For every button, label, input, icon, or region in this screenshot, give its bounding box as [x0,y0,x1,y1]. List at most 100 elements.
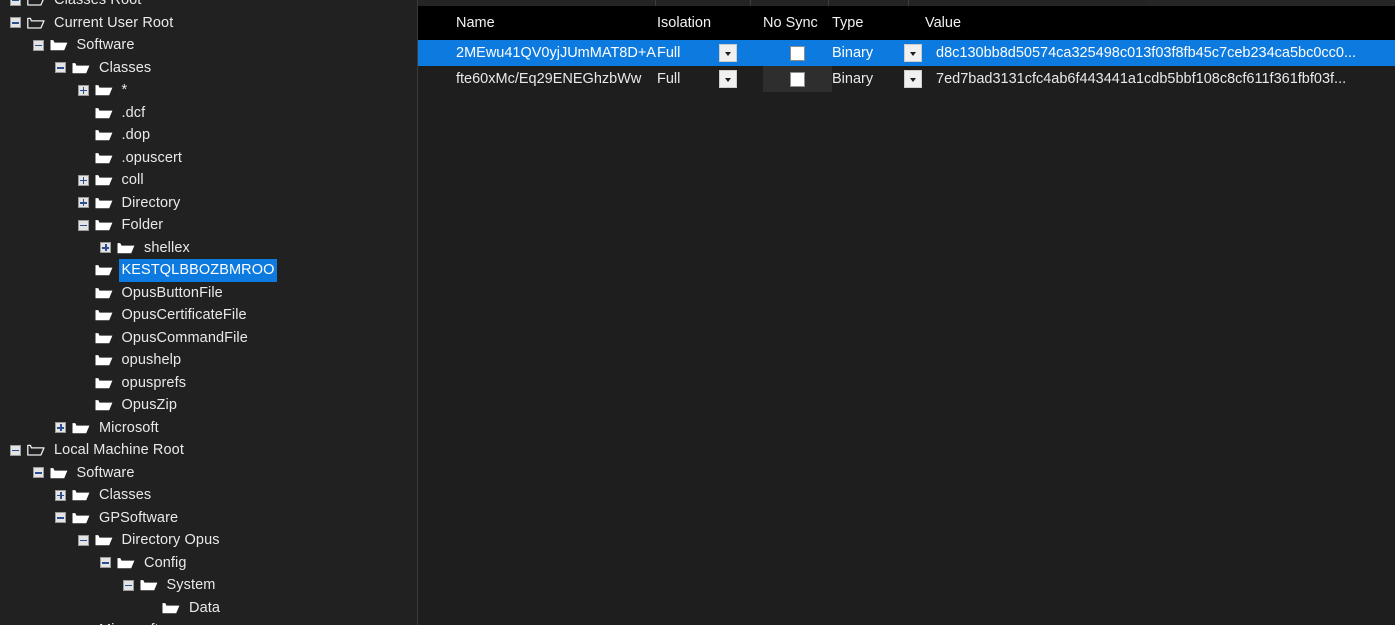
tree-item-data[interactable]: Data [0,597,417,620]
folder-icon [95,331,113,345]
tree-item-classes-root[interactable]: Classes Root [0,0,417,12]
tree-item-microsoft[interactable]: Microsoft [0,619,417,625]
cell-type[interactable]: Binary [832,40,904,66]
cell-type[interactable]: Binary [832,66,904,92]
tree-item-directory[interactable]: Directory [0,192,417,215]
collapse-minus-icon[interactable] [55,512,66,524]
tree-item-label: shellex [144,239,190,256]
tree-item-directory-opus[interactable]: Directory Opus [0,529,417,552]
open-folder-icon [27,0,45,7]
tree-item-current-user-root[interactable]: Current User Root [0,12,417,35]
tree-item-microsoft[interactable]: Microsoft [0,417,417,440]
tree-item-opusprefs[interactable]: opusprefs [0,372,417,395]
isolation-dropdown-button[interactable] [719,70,737,88]
expand-plus-icon[interactable] [100,242,111,254]
tree-item-config[interactable]: Config [0,552,417,575]
tree-item-label: .dcf [121,104,146,121]
expand-plus-icon[interactable] [77,174,89,186]
tree-item-opuscertificatefile[interactable]: OpusCertificateFile [0,304,417,327]
tree-item-[interactable]: * [0,79,417,102]
no-sync-checkbox[interactable] [790,45,805,61]
expand-plus-icon[interactable] [55,422,66,434]
folder-icon [95,353,113,367]
collapse-minus-icon[interactable] [32,467,44,479]
tree-item-opuszip[interactable]: OpusZip [0,394,417,417]
tree-item-kestqlbbozbmroo[interactable]: KESTQLBBOZBMROO [0,259,417,282]
tree-item-system[interactable]: System [0,574,417,597]
tree-expander-placeholder [78,130,89,141]
tree-item-opuscert[interactable]: .opuscert [0,147,417,170]
table-row[interactable]: 2MEwu41QV0yjJUmMAT8D+A Full Binary d8c13… [418,40,1395,66]
tree-item-label: Current User Root [54,14,174,31]
folder-icon [117,556,135,570]
cell-value[interactable]: 7ed7bad3131cfc4ab6f443441a1cdb5bbf108c8c… [929,66,1359,92]
collapse-minus-icon[interactable] [77,219,89,231]
tree-item-folder[interactable]: Folder [0,214,417,237]
cell-no-sync[interactable] [763,40,832,66]
cell-value[interactable]: d8c130bb8d50574ca325498c013f03f8fb45c7ce… [929,40,1359,66]
collapse-minus-icon[interactable] [122,579,134,591]
registry-value-list-panel[interactable]: Name Isolation No Sync Type Value 2MEwu4… [418,0,1395,625]
tree-item-software[interactable]: Software [0,34,417,57]
tree-item-gpsoftware[interactable]: GPSoftware [0,507,417,530]
tree-item-label: Directory [121,194,181,211]
tree-scroll-container: Classes Root Current User Root Software Cla… [0,0,417,625]
tree-item-opushelp[interactable]: opushelp [0,349,417,372]
tree-item-classes[interactable]: Classes [0,484,417,507]
collapse-minus-icon[interactable] [10,0,21,6]
collapse-minus-icon[interactable] [77,534,89,546]
column-header-value[interactable]: Value [925,6,1125,40]
column-header-type[interactable]: Type [832,6,925,40]
column-header-no-sync[interactable]: No Sync [763,6,832,40]
tree-item-opuscommandfile[interactable]: OpusCommandFile [0,327,417,350]
collapse-minus-icon[interactable] [10,444,21,456]
tree-item-software[interactable]: Software [0,462,417,485]
collapse-minus-icon[interactable] [55,62,66,74]
table-row[interactable]: fte60xMc/Eq29ENEGhzbWw Full Binary 7ed7b… [418,66,1395,92]
cell-no-sync[interactable] [763,66,832,92]
no-sync-checkbox[interactable] [790,71,805,87]
registry-viewer-window: Classes Root Current User Root Software Cla… [0,0,1395,625]
cell-isolation[interactable]: Full [657,66,719,92]
column-header-name[interactable]: Name [418,6,657,40]
type-dropdown-button[interactable] [904,70,922,88]
cell-isolation[interactable]: Full [657,40,719,66]
expand-plus-icon[interactable] [77,84,89,96]
tree-item-dcf[interactable]: .dcf [0,102,417,125]
tree-item-label: Folder [121,217,164,233]
tree-item-label: Software [76,464,135,481]
column-header-isolation[interactable]: Isolation [657,6,763,40]
expand-plus-icon[interactable] [77,197,89,209]
tree-item-local-machine-root[interactable]: Local Machine Root [0,439,417,462]
collapse-minus-icon[interactable] [32,39,44,51]
folder-icon [95,286,113,300]
tree-item-label: OpusZip [121,397,177,413]
collapse-minus-icon[interactable] [10,17,21,29]
tree-item-label: System [166,577,216,593]
type-dropdown-button[interactable] [904,44,922,62]
tree-item-label: Classes [99,59,152,76]
tree-item-dop[interactable]: .dop [0,124,417,147]
tree-expander-placeholder [78,265,89,276]
folder-icon [95,128,113,142]
tree-item-label: Software [76,37,135,53]
tree-item-opusbuttonfile[interactable]: OpusButtonFile [0,282,417,305]
tree-item-label: Directory Opus [121,532,220,548]
expand-plus-icon[interactable] [55,489,66,501]
tree-item-shellex[interactable]: shellex [0,237,417,260]
registry-tree-panel[interactable]: Classes Root Current User Root Software Cla… [0,0,418,625]
cell-name[interactable]: fte60xMc/Eq29ENEGhzbWw [418,66,657,92]
collapse-minus-icon[interactable] [100,557,111,569]
cell-name[interactable]: 2MEwu41QV0yjJUmMAT8D+A [418,40,657,66]
tree-expander-placeholder [78,400,89,411]
tree-item-classes[interactable]: Classes [0,57,417,80]
isolation-dropdown-button[interactable] [719,44,737,62]
folder-icon [95,376,113,390]
tree-item-coll[interactable]: coll [0,169,417,192]
